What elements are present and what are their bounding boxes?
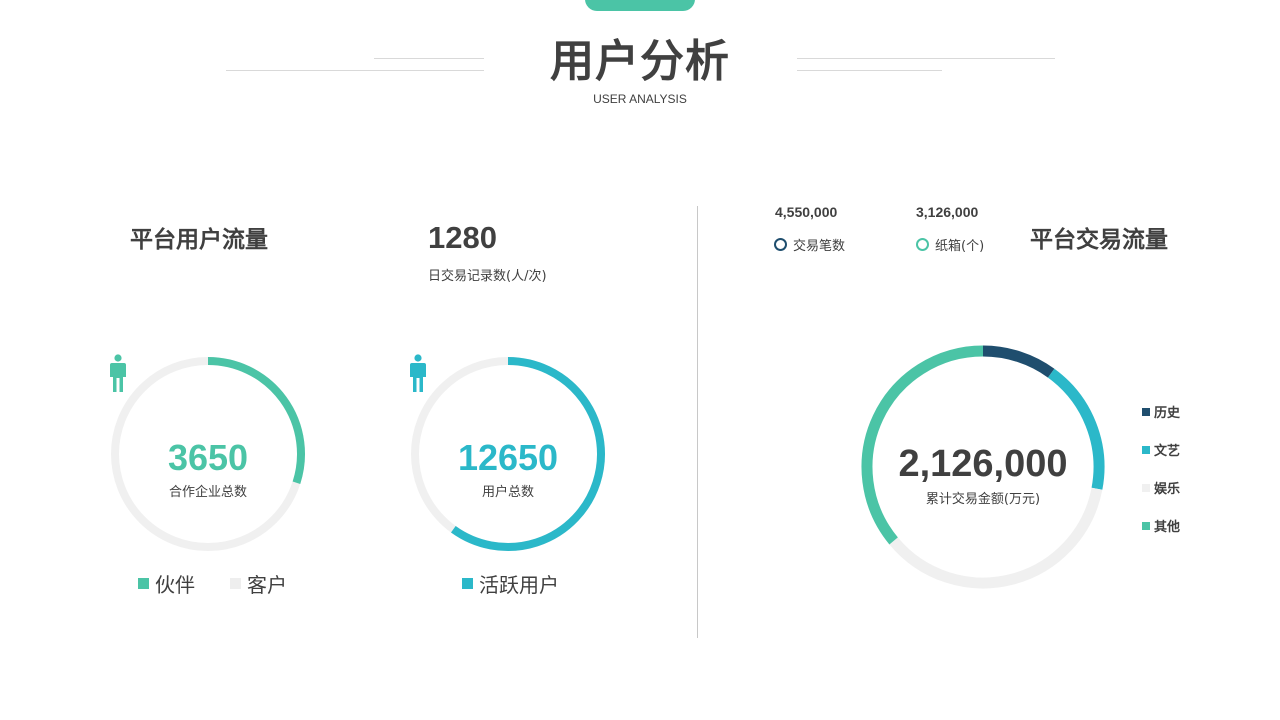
- legend-label-customers: 客户: [247, 573, 287, 597]
- user-traffic-title: 平台用户流量: [130, 227, 268, 253]
- transactions-count-item: 交易笔数: [774, 235, 845, 254]
- daily-records-value: 1280: [428, 220, 497, 255]
- donut-legend-swatch: [1142, 483, 1150, 492]
- users-total-label: 用户总数: [481, 485, 534, 500]
- donut-legend-item: 其他: [1142, 516, 1180, 535]
- header-line-left: [226, 70, 484, 71]
- cartons-count-value: 3,126,000: [916, 204, 979, 220]
- users-donut-chart: 12650 用户总数: [408, 354, 608, 554]
- legend-label-partners: 伙伴: [155, 573, 195, 597]
- donut-legend-label: 历史: [1154, 406, 1181, 421]
- donut-legend-swatch: [1142, 445, 1150, 454]
- trade-donut-chart: 2,126,000 累计交易金额(万元): [858, 342, 1108, 592]
- donut-legend-swatch: [1142, 521, 1150, 530]
- users-total-value: 12650: [457, 437, 559, 478]
- donut-legend-item: 文艺: [1142, 440, 1180, 459]
- donut-legend-label: 其他: [1154, 520, 1181, 535]
- legend-swatch-active-users: [462, 578, 473, 589]
- legend-customers: 客户: [230, 569, 287, 598]
- header-line-right-short: [797, 70, 942, 71]
- navy-circle-icon: [774, 238, 787, 251]
- donut-legend-label: 文艺: [1154, 444, 1181, 459]
- legend-swatch-partners: [138, 578, 149, 589]
- page-title: 用户分析: [550, 36, 730, 87]
- person-icon: [110, 354, 126, 392]
- cumulative-amount-label: 累计交易金额(万元): [925, 492, 1041, 507]
- teal-circle-icon: [916, 238, 929, 251]
- header-line-right: [797, 58, 1055, 59]
- donut-legend-item: 娱乐: [1142, 478, 1180, 497]
- trade-traffic-title: 平台交易流量: [1030, 227, 1168, 253]
- page-subtitle: USER ANALYSIS: [593, 92, 687, 106]
- cartons-count-item: 纸箱(个): [916, 235, 984, 254]
- partners-donut-chart: 3650 合作企业总数: [108, 354, 308, 554]
- legend-swatch-customers: [230, 578, 241, 589]
- daily-records-label: 日交易记录数(人/次): [428, 269, 547, 284]
- cartons-count-label: 纸箱(个): [935, 239, 985, 254]
- partners-total-label: 合作企业总数: [168, 485, 247, 500]
- cumulative-amount-value: 2,126,000: [898, 443, 1068, 485]
- header-line-left-short: [374, 58, 484, 59]
- donut-legend-swatch: [1142, 407, 1150, 416]
- legend-partners: 伙伴: [138, 569, 195, 598]
- transactions-count-value: 4,550,000: [775, 204, 838, 220]
- panel-divider: [697, 206, 698, 638]
- donut-slice-1: [982, 345, 1055, 378]
- legend-label-active-users: 活跃用户: [479, 573, 559, 597]
- transactions-count-label: 交易笔数: [793, 239, 846, 254]
- person-icon: [410, 354, 426, 392]
- donut-legend-item: 历史: [1142, 402, 1180, 421]
- top-tab-decoration: [585, 0, 695, 11]
- donut-legend-label: 娱乐: [1154, 482, 1181, 497]
- partners-total-value: 3650: [167, 437, 249, 478]
- legend-active-users: 活跃用户: [462, 569, 559, 598]
